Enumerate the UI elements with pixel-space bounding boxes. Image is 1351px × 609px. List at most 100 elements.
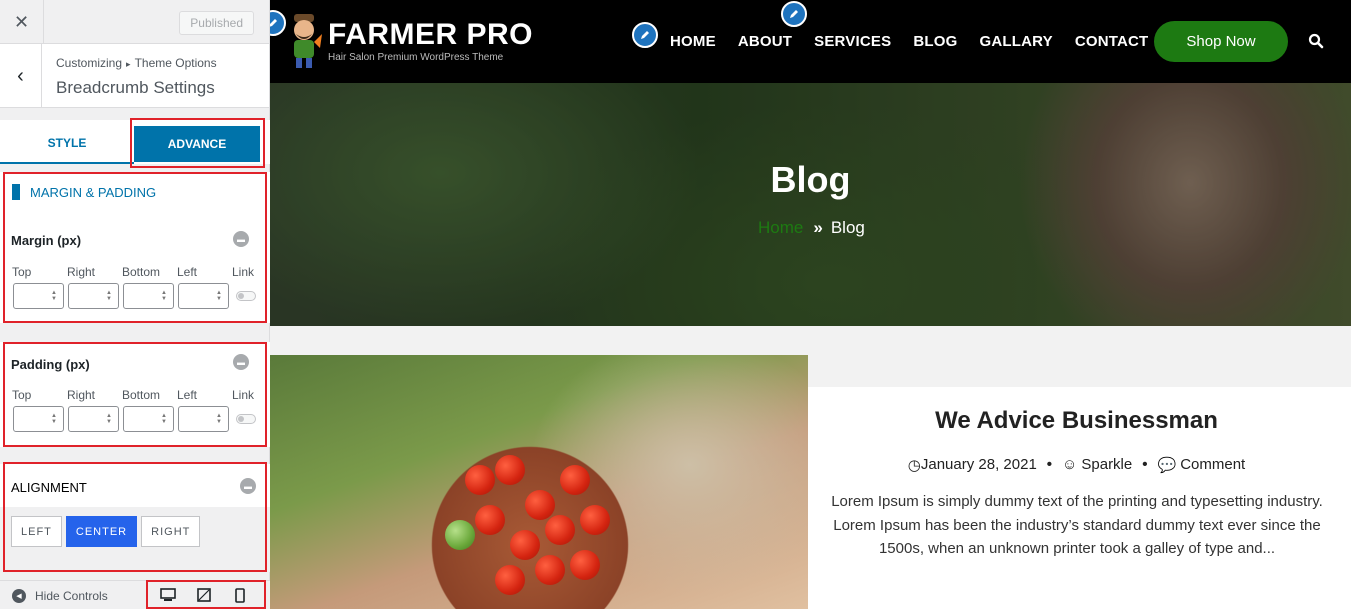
nav-contact[interactable]: CONTACT xyxy=(1075,33,1149,50)
align-center-button[interactable]: CENTER xyxy=(65,516,138,547)
edit-pencil-icon[interactable] xyxy=(632,22,658,48)
margin-left-label: Left xyxy=(177,265,198,279)
padding-left-label: Left xyxy=(177,388,198,402)
green-tomato-image xyxy=(445,520,475,550)
padding-left-input[interactable]: ▲ ▼ xyxy=(178,406,229,432)
logo-tagline: Hair Salon Premium WordPress Theme xyxy=(328,52,504,63)
clock-icon: ◷ xyxy=(907,457,921,474)
padding-top-label: Top xyxy=(12,388,32,402)
margin-top-label: Top xyxy=(12,265,32,279)
post-date[interactable]: January 28, 2021 xyxy=(921,456,1037,474)
hero-breadcrumb: Home » Blog xyxy=(758,218,865,238)
info-icon[interactable]: ▬ xyxy=(240,478,256,494)
tomato-image xyxy=(465,465,495,495)
site-header: FARMER PRO Hair Salon Premium WordPress … xyxy=(270,0,1351,83)
hero-title: Blog xyxy=(770,159,851,200)
breadcrumb-home-link[interactable]: Home xyxy=(758,218,803,238)
hide-controls-label: Hide Controls xyxy=(35,589,108,603)
spinner-icon[interactable]: ▲ ▼ xyxy=(51,290,57,302)
nav-about[interactable]: ABOUT xyxy=(738,33,792,50)
padding-link-toggle[interactable] xyxy=(236,414,256,424)
desktop-icon[interactable] xyxy=(150,584,186,606)
breadcrumb-child: Theme Options xyxy=(134,56,217,70)
tab-style[interactable]: STYLE xyxy=(0,124,134,164)
margin-link-toggle[interactable] xyxy=(236,291,256,301)
shop-now-button[interactable]: Shop Now xyxy=(1154,21,1288,62)
tomato-image xyxy=(570,550,600,580)
breadcrumb-hero: Blog Home » Blog xyxy=(270,83,1351,326)
edit-pencil-icon[interactable] xyxy=(781,1,807,27)
margin-bottom-input[interactable]: ▲ ▼ xyxy=(123,283,174,309)
close-icon: ✕ xyxy=(13,11,30,32)
user-icon: ☺ xyxy=(1062,456,1078,473)
align-right-button[interactable]: RIGHT xyxy=(141,516,201,547)
padding-right-label: Right xyxy=(67,388,96,402)
farmer-mascot-icon xyxy=(284,12,324,70)
hide-controls-button[interactable]: ◀ Hide Controls xyxy=(12,589,108,603)
nav-gallary[interactable]: GALLARY xyxy=(979,33,1052,50)
margin-left-input[interactable]: ▲ ▼ xyxy=(178,283,229,309)
logo-title: FARMER PRO xyxy=(328,18,534,51)
section-header: ‹ Customizing ▸ Theme Options Breadcrumb S… xyxy=(0,44,269,108)
collapse-icon: ◀ xyxy=(12,589,26,603)
align-left-button[interactable]: LEFT xyxy=(11,516,62,547)
tomato-image xyxy=(545,515,575,545)
nav-home[interactable]: HOME xyxy=(670,33,716,50)
meta-separator: • xyxy=(1046,456,1053,473)
hero-overlay xyxy=(270,83,1351,326)
spinner-icon[interactable]: ▲ ▼ xyxy=(106,290,112,302)
mobile-icon[interactable] xyxy=(222,584,258,606)
post-thumbnail[interactable] xyxy=(270,355,808,609)
logo-text: FARMER PRO Hair Salon Premium WordPress … xyxy=(328,12,533,70)
tomato-image xyxy=(510,530,540,560)
spinner-icon[interactable]: ▲ ▼ xyxy=(161,413,167,425)
spinner-icon[interactable]: ▲ ▼ xyxy=(51,413,57,425)
padding-label: Padding (px) xyxy=(11,357,90,372)
margin-padding-heading: MARGIN & PADDING xyxy=(12,184,156,200)
tablet-icon[interactable] xyxy=(186,584,222,606)
margin-label: Margin (px) xyxy=(11,233,82,248)
info-icon[interactable]: ▬ xyxy=(233,231,249,247)
site-logo[interactable]: FARMER PRO Hair Salon Premium WordPress … xyxy=(284,12,533,70)
margin-dim-labels: Top Right Bottom Left Link xyxy=(12,265,287,279)
chevron-left-icon: ‹ xyxy=(17,64,24,87)
tomato-image xyxy=(535,555,565,585)
customizer-sidebar: ✕ Published ‹ Customizing ▸ Theme Options … xyxy=(0,0,270,609)
info-icon[interactable]: ▬ xyxy=(233,354,249,370)
margin-panel: MARGIN & PADDING Margin (px) ▬ Top Right… xyxy=(0,172,270,323)
padding-panel: Padding (px) ▬ Top Right Bottom Left Lin… xyxy=(0,342,270,447)
spinner-icon[interactable]: ▲ ▼ xyxy=(161,290,167,302)
main-nav: HOME ABOUT SERVICES BLOG GALLARY CONTACT xyxy=(670,33,1170,50)
margin-top-input[interactable]: ▲ ▼ xyxy=(13,283,64,309)
margin-padding-heading-text: MARGIN & PADDING xyxy=(30,184,157,200)
search-icon[interactable] xyxy=(1308,33,1324,49)
spinner-icon[interactable]: ▲ ▼ xyxy=(106,413,112,425)
spinner-icon[interactable]: ▲ ▼ xyxy=(216,290,222,302)
tomato-image xyxy=(495,455,525,485)
tomato-image xyxy=(525,490,555,520)
margin-inputs: ▲ ▼ ▲ ▼ ▲ ▼ ▲ ▼ xyxy=(13,283,256,309)
alignment-label: ALIGNMENT xyxy=(11,480,87,495)
padding-bottom-input[interactable]: ▲ ▼ xyxy=(123,406,174,432)
nav-blog[interactable]: BLOG xyxy=(913,33,957,50)
device-switcher xyxy=(150,584,258,606)
breadcrumb-arrow-icon: ▸ xyxy=(126,59,131,69)
padding-dim-labels: Top Right Bottom Left Link xyxy=(12,388,287,402)
nav-services[interactable]: SERVICES xyxy=(814,33,891,50)
breadcrumb: Customizing ▸ Theme Options xyxy=(56,56,217,70)
padding-top-input[interactable]: ▲ ▼ xyxy=(13,406,64,432)
published-button[interactable]: Published xyxy=(179,11,254,35)
padding-right-input[interactable]: ▲ ▼ xyxy=(68,406,119,432)
margin-right-input[interactable]: ▲ ▼ xyxy=(68,283,119,309)
comment-icon: 💬 xyxy=(1157,457,1177,474)
spinner-icon[interactable]: ▲ ▼ xyxy=(216,413,222,425)
tab-advance[interactable]: ADVANCE xyxy=(134,126,260,162)
alignment-buttons: LEFT CENTER RIGHT xyxy=(11,516,204,547)
close-button[interactable]: ✕ xyxy=(0,0,44,44)
post-comments[interactable]: Comment xyxy=(1180,456,1245,474)
margin-bottom-label: Bottom xyxy=(122,265,161,279)
post-author[interactable]: Sparkle xyxy=(1081,456,1132,474)
back-button[interactable]: ‹ xyxy=(0,44,42,108)
post-meta: ◷ January 28, 2021 • ☺ Sparkle • 💬 Comment xyxy=(808,456,1345,474)
post-title[interactable]: We Advice Businessman xyxy=(808,407,1345,435)
